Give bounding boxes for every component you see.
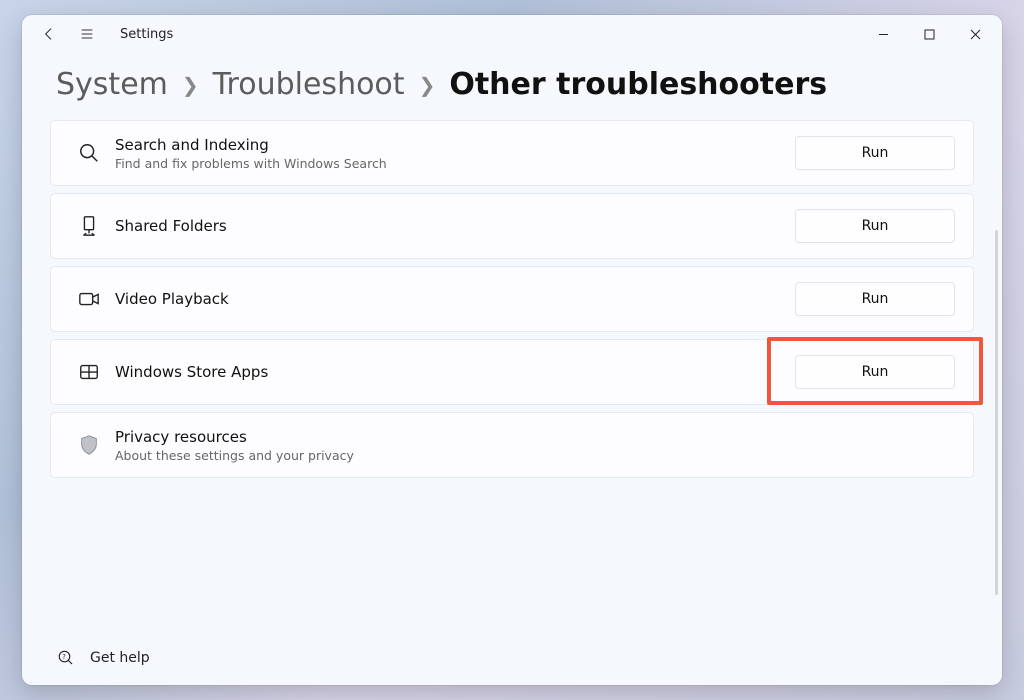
settings-window: Settings System ❯ Troubleshoot ❯ Other t… bbox=[22, 15, 1002, 685]
item-title: Video Playback bbox=[115, 290, 795, 308]
titlebar: Settings bbox=[22, 15, 1002, 53]
menu-icon[interactable] bbox=[72, 19, 102, 49]
close-button[interactable] bbox=[952, 18, 998, 50]
item-title: Windows Store Apps bbox=[115, 363, 795, 381]
run-button[interactable]: Run bbox=[795, 209, 955, 243]
back-button[interactable] bbox=[34, 19, 64, 49]
footer: ? Get help bbox=[22, 635, 1002, 685]
breadcrumb-current: Other troubleshooters bbox=[449, 67, 827, 102]
store-icon bbox=[69, 361, 109, 383]
item-title: Privacy resources bbox=[115, 428, 955, 446]
breadcrumb-system[interactable]: System bbox=[56, 67, 168, 102]
shared-folder-icon bbox=[69, 215, 109, 237]
run-button[interactable]: Run bbox=[795, 282, 955, 316]
maximize-button[interactable] bbox=[906, 18, 952, 50]
troubleshooter-search-indexing: Search and Indexing Find and fix problem… bbox=[50, 120, 974, 186]
svg-text:?: ? bbox=[62, 653, 66, 661]
item-subtitle: About these settings and your privacy bbox=[115, 448, 955, 463]
troubleshooter-video-playback: Video Playback Run bbox=[50, 266, 974, 332]
minimize-button[interactable] bbox=[860, 18, 906, 50]
privacy-resources[interactable]: Privacy resources About these settings a… bbox=[50, 412, 974, 478]
content-area: Search and Indexing Find and fix problem… bbox=[22, 120, 1002, 635]
item-title: Search and Indexing bbox=[115, 136, 795, 154]
item-title: Shared Folders bbox=[115, 217, 795, 235]
scrollbar[interactable] bbox=[995, 230, 998, 595]
video-icon bbox=[69, 288, 109, 310]
shield-icon bbox=[69, 434, 109, 456]
run-button[interactable]: Run bbox=[795, 355, 955, 389]
run-button[interactable]: Run bbox=[795, 136, 955, 170]
help-icon: ? bbox=[56, 649, 76, 667]
troubleshooter-windows-store-apps: Windows Store Apps Run bbox=[50, 339, 974, 405]
search-icon bbox=[69, 142, 109, 164]
chevron-right-icon: ❯ bbox=[419, 73, 436, 97]
breadcrumb-troubleshoot[interactable]: Troubleshoot bbox=[213, 67, 405, 102]
get-help-link[interactable]: Get help bbox=[90, 650, 150, 666]
app-name: Settings bbox=[120, 27, 173, 42]
breadcrumb: System ❯ Troubleshoot ❯ Other troublesho… bbox=[22, 53, 1002, 120]
troubleshooter-shared-folders: Shared Folders Run bbox=[50, 193, 974, 259]
item-subtitle: Find and fix problems with Windows Searc… bbox=[115, 156, 795, 171]
chevron-right-icon: ❯ bbox=[182, 73, 199, 97]
